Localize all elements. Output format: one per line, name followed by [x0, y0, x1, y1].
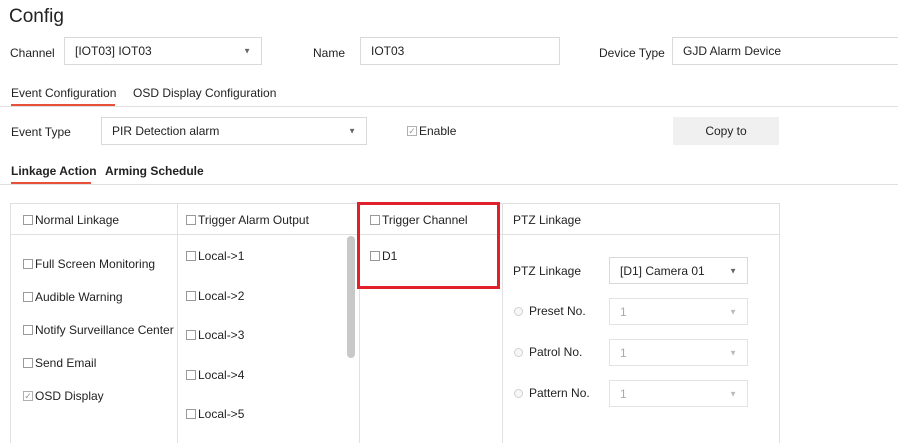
enable-checkbox[interactable]: ✓ Enable — [407, 124, 456, 138]
list-item-label: Local->2 — [198, 289, 245, 303]
list-item-label: Local->1 — [198, 249, 245, 263]
list-item-full-screen-monitoring[interactable]: Full Screen Monitoring — [23, 257, 155, 271]
list-item-label: OSD Display — [35, 389, 104, 403]
tab-event-configuration[interactable]: Event Configuration — [11, 86, 116, 100]
list-item-label: Notify Surveillance Center — [35, 323, 174, 337]
preset-value: 1 — [620, 304, 627, 319]
checkbox-icon — [23, 292, 33, 302]
list-item-label: Local->5 — [198, 407, 245, 421]
preset-select[interactable]: 1 ▼ — [609, 298, 748, 325]
list-item-audible-warning[interactable]: Audible Warning — [23, 290, 123, 304]
ptz-linkage-value: [D1] Camera 01 — [620, 263, 705, 278]
copy-to-button[interactable]: Copy to — [673, 117, 779, 145]
name-field[interactable]: IOT03 — [360, 37, 560, 65]
name-value: IOT03 — [371, 44, 405, 58]
preset-label: Preset No. — [529, 304, 586, 318]
checkbox-icon — [186, 251, 196, 261]
device-type-value: GJD Alarm Device — [683, 44, 782, 58]
list-item-local-4[interactable]: Local->4 — [186, 368, 244, 382]
page-title: Config — [9, 6, 64, 27]
normal-linkage-header[interactable]: Normal Linkage — [23, 213, 119, 227]
ptz-linkage-label: PTZ Linkage — [513, 264, 582, 278]
highlight-box — [357, 202, 500, 289]
table-right-border — [779, 203, 780, 443]
checkbox-icon — [186, 291, 196, 301]
chevron-down-icon: ▼ — [348, 126, 356, 136]
list-item-label: Local->3 — [198, 328, 245, 342]
list-item-local-1[interactable]: Local->1 — [186, 249, 244, 263]
list-item-local-5[interactable]: Local->5 — [186, 407, 244, 421]
checkbox-icon — [186, 330, 196, 340]
pattern-select[interactable]: 1 ▼ — [609, 380, 748, 407]
patrol-label: Patrol No. — [529, 345, 583, 359]
checkbox-icon — [186, 409, 196, 419]
list-item-label: Full Screen Monitoring — [35, 257, 156, 271]
event-type-value: PIR Detection alarm — [112, 124, 220, 138]
event-type-label: Event Type — [11, 125, 71, 139]
list-item-label: Send Email — [35, 356, 97, 370]
checkbox-icon — [23, 358, 33, 368]
patrol-select[interactable]: 1 ▼ — [609, 339, 748, 366]
trigger-alarm-output-label: Trigger Alarm Output — [198, 213, 309, 227]
channel-label: Channel — [10, 46, 55, 60]
radio-icon — [514, 306, 523, 316]
checkbox-icon — [186, 215, 196, 225]
tab-divider — [0, 106, 898, 107]
column-divider-1 — [177, 203, 178, 443]
checkbox-icon — [186, 370, 196, 380]
channel-select[interactable]: [IOT03] IOT03 ▼ — [64, 37, 262, 65]
ptz-linkage-select[interactable]: [D1] Camera 01 ▼ — [609, 257, 748, 284]
pattern-value: 1 — [620, 386, 627, 401]
tab-arming-schedule[interactable]: Arming Schedule — [105, 164, 204, 178]
chevron-down-icon: ▼ — [729, 307, 737, 316]
device-type-label: Device Type — [599, 46, 665, 60]
trigger-alarm-output-header[interactable]: Trigger Alarm Output — [186, 213, 309, 227]
list-item-local-3[interactable]: Local->3 — [186, 328, 244, 342]
tab-osd-display-configuration[interactable]: OSD Display Configuration — [133, 86, 276, 100]
normal-linkage-label: Normal Linkage — [35, 213, 120, 227]
pattern-radio[interactable]: Pattern No. — [514, 386, 590, 400]
list-item-notify-surveillance-center[interactable]: Notify Surveillance Center — [23, 323, 174, 337]
preset-radio[interactable]: Preset No. — [514, 304, 586, 318]
ptz-linkage-header: PTZ Linkage — [513, 213, 582, 227]
chevron-down-icon: ▼ — [729, 348, 737, 357]
device-type-field: GJD Alarm Device — [672, 37, 898, 65]
enable-label: Enable — [419, 124, 457, 138]
checkbox-checked-icon: ✓ — [407, 125, 417, 136]
list-item-send-email[interactable]: Send Email — [23, 356, 96, 370]
list-item-local-2[interactable]: Local->2 — [186, 289, 244, 303]
pattern-label: Pattern No. — [529, 386, 590, 400]
chevron-down-icon: ▼ — [729, 266, 737, 275]
list-item-label: Audible Warning — [35, 290, 123, 304]
chevron-down-icon: ▼ — [243, 46, 251, 56]
checkbox-icon — [23, 325, 33, 335]
radio-icon — [514, 347, 523, 357]
checkbox-icon — [23, 215, 33, 225]
column-divider-3 — [502, 203, 503, 443]
subtab-divider — [0, 184, 898, 185]
patrol-radio[interactable]: Patrol No. — [514, 345, 582, 359]
checkbox-checked-icon: ✓ — [23, 390, 33, 401]
checkbox-icon — [23, 259, 33, 269]
alarm-output-scrollbar[interactable] — [347, 236, 355, 358]
event-type-select[interactable]: PIR Detection alarm ▼ — [101, 117, 367, 145]
table-left-border — [10, 203, 11, 443]
radio-icon — [514, 388, 523, 398]
tab-linkage-action[interactable]: Linkage Action — [11, 164, 97, 178]
list-item-osd-display[interactable]: ✓ OSD Display — [23, 389, 104, 403]
chevron-down-icon: ▼ — [729, 389, 737, 398]
list-item-label: Local->4 — [198, 368, 245, 382]
name-label: Name — [313, 46, 346, 60]
patrol-value: 1 — [620, 345, 627, 360]
channel-value: [IOT03] IOT03 — [75, 44, 152, 58]
